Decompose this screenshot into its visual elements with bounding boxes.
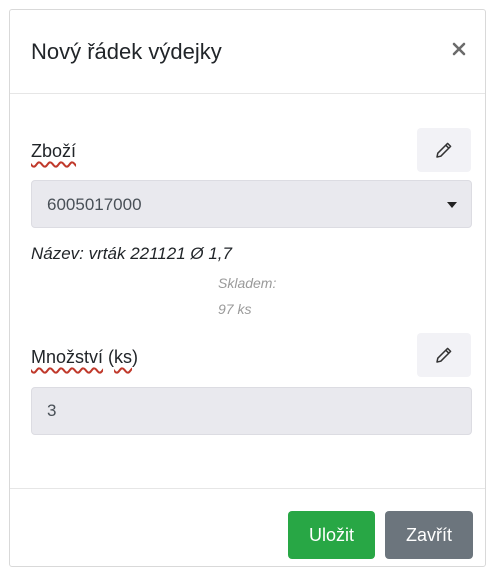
quantity-input[interactable] — [31, 387, 472, 435]
caret-down-icon — [447, 202, 457, 208]
save-button[interactable]: Uložit — [288, 511, 375, 559]
goods-label-text: Zboží — [31, 141, 77, 161]
close-icon — [452, 42, 466, 56]
quantity-label-word: Množství — [31, 347, 104, 367]
close-dialog-button[interactable] — [448, 38, 470, 60]
pencil-icon — [436, 142, 452, 158]
goods-label: Zboží — [31, 141, 76, 162]
quantity-label-paren-close: ) — [132, 347, 139, 367]
dialog: Nový řádek výdejky Zboží 6005017000 Náze… — [9, 9, 486, 567]
quantity-label: Množství (ks) — [31, 347, 138, 368]
pencil-icon — [436, 347, 452, 363]
goods-edit-button[interactable] — [417, 128, 471, 172]
goods-select[interactable]: 6005017000 — [31, 180, 472, 228]
dialog-footer: Uložit Zavřít — [10, 488, 485, 568]
quantity-label-unit: ks — [114, 347, 133, 367]
close-button[interactable]: Zavřít — [385, 511, 473, 559]
stock-label: Skladem: — [218, 275, 277, 291]
stock-value: 97 ks — [218, 301, 252, 317]
goods-name-text: Název: vrták 221121 Ø 1,7 — [31, 244, 232, 263]
quantity-edit-button[interactable] — [417, 333, 471, 377]
goods-selected-value: 6005017000 — [47, 195, 142, 214]
dialog-header: Nový řádek výdejky — [10, 10, 485, 94]
dialog-title: Nový řádek výdejky — [31, 39, 222, 64]
